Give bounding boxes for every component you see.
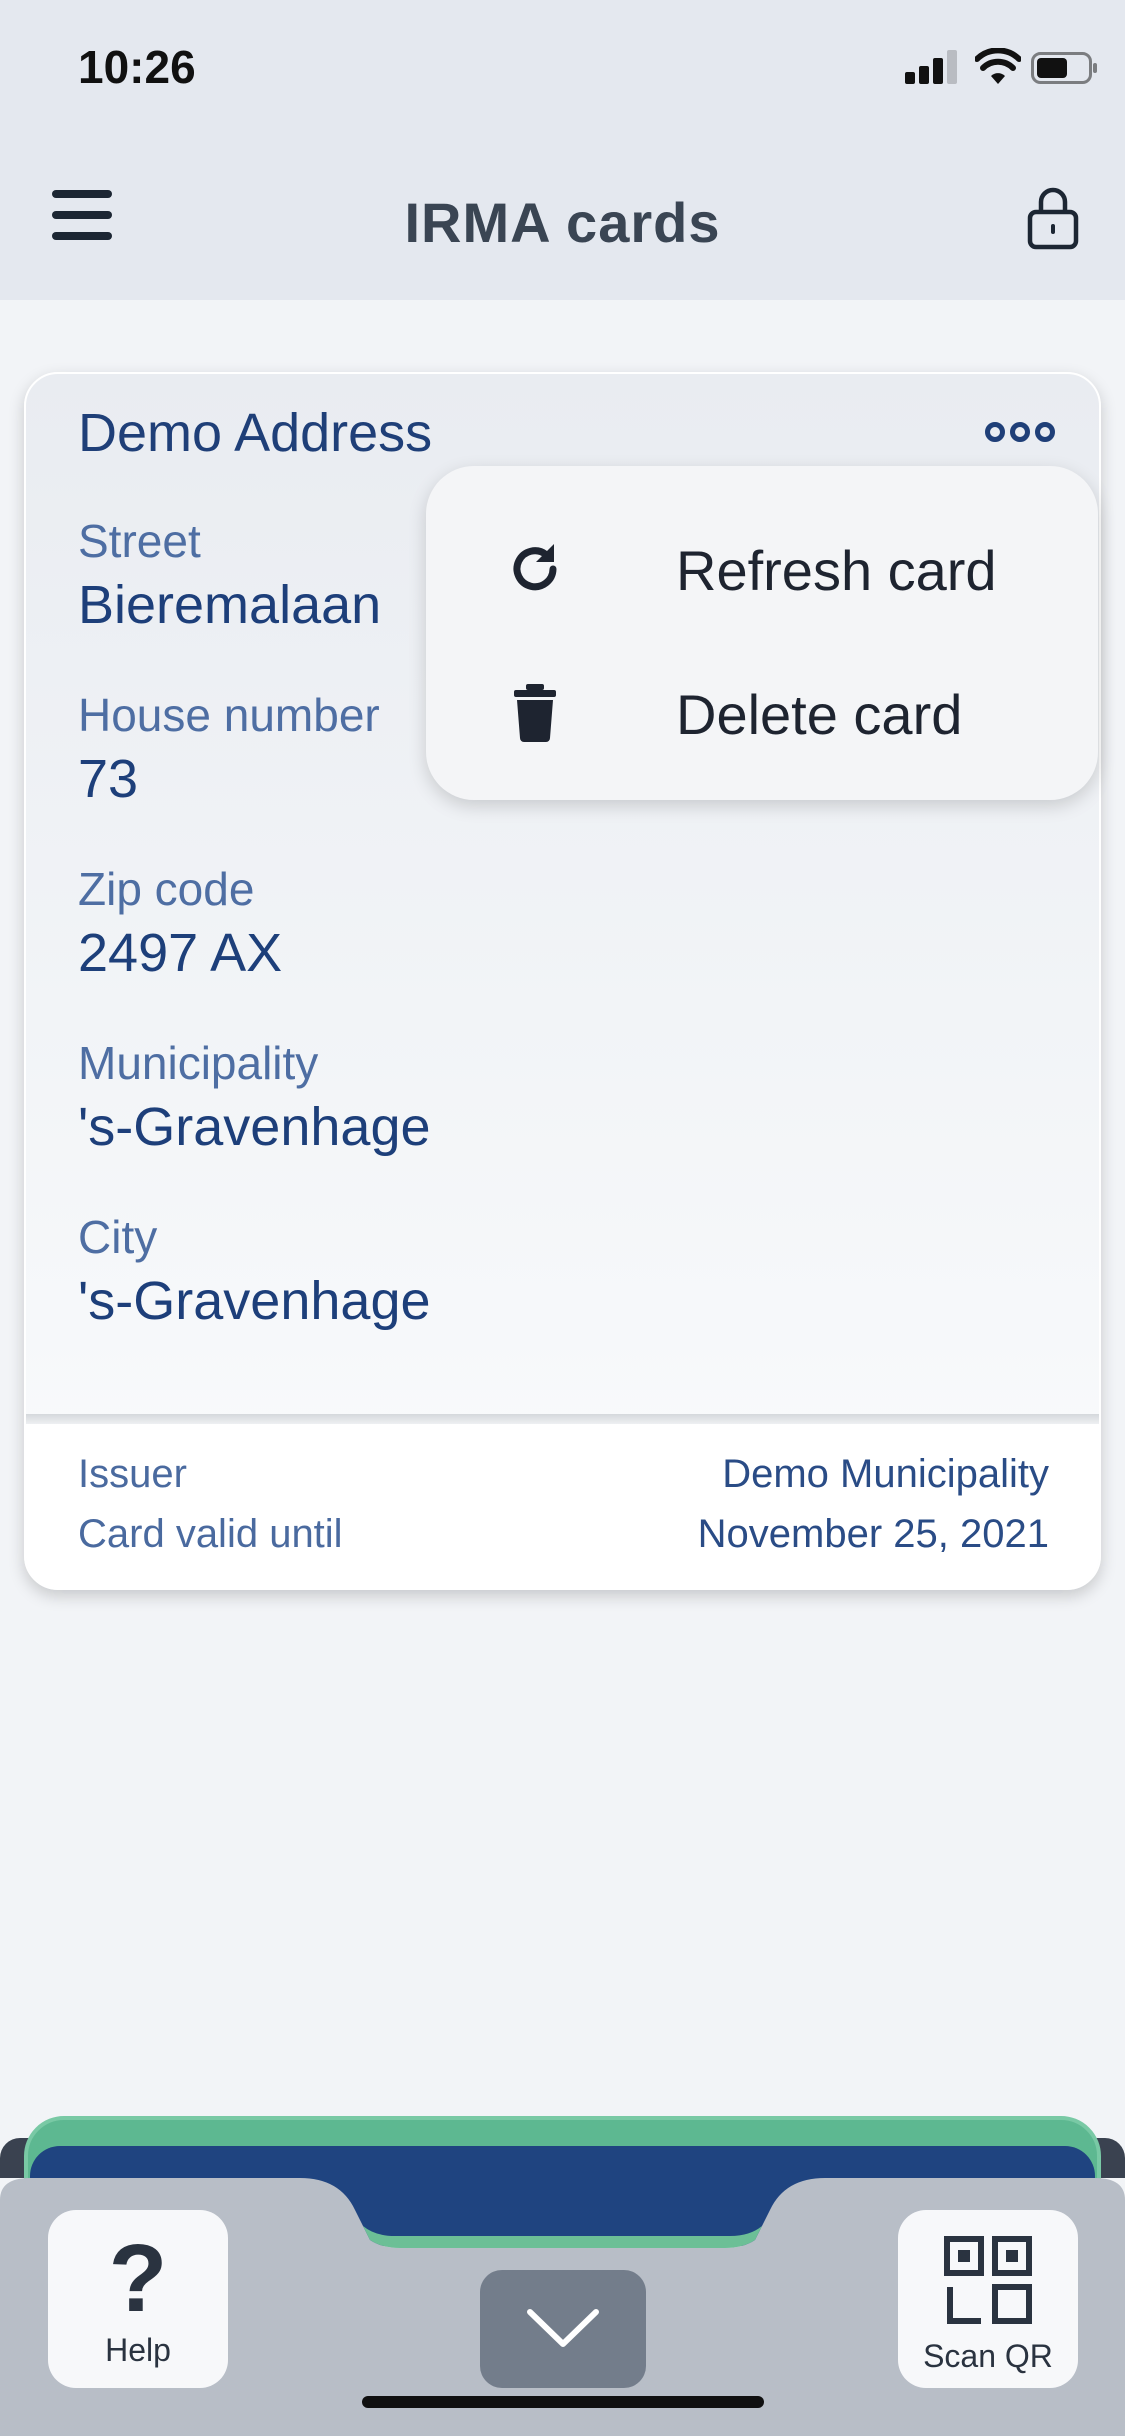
scan-qr-label: Scan QR [923,2338,1053,2374]
page-title: IRMA cards [404,191,721,254]
question-mark-icon: ? [108,2225,168,2332]
attribute-street: Street Bieremalaan [78,514,381,636]
attribute-label: City [78,1211,158,1263]
qr-code-icon [944,2236,1032,2324]
collapse-cards-button[interactable] [480,2270,646,2388]
battery-icon [1031,52,1097,84]
more-options-icon[interactable] [985,418,1055,446]
card-divider [26,1414,1099,1424]
attribute-house-number: House number 73 [78,688,380,810]
issuer-value: Demo Municipality [722,1452,1049,1496]
validity-label: Card valid until [78,1512,343,1556]
status-time: 10:26 [78,41,196,93]
attribute-label: Municipality [78,1037,319,1089]
attribute-city: City 's-Gravenhage [78,1210,431,1332]
home-indicator[interactable] [362,2396,764,2408]
attribute-zip-code: Zip code 2497 AX [78,862,282,984]
refresh-card-menu-item[interactable]: Refresh card [506,530,1066,610]
status-bar: 10:26 [0,0,1125,140]
wifi-icon [975,48,1021,84]
status-icons [905,48,1097,88]
attribute-value: Bieremalaan [78,575,382,635]
attribute-value: 73 [78,749,139,809]
refresh-icon [513,544,557,591]
cellular-signal-icon [905,48,961,88]
help-button[interactable]: ? Help [48,2210,228,2388]
scan-qr-button[interactable]: Scan QR [898,2210,1078,2388]
delete-card-menu-item[interactable]: Delete card [506,674,1066,754]
attribute-value: 's-Gravenhage [78,1271,431,1331]
menu-item-label: Refresh card [676,539,997,602]
menu-item-label: Delete card [676,683,963,746]
attribute-value: 's-Gravenhage [78,1097,431,1157]
validity-value: November 25, 2021 [697,1512,1049,1556]
attribute-value: 2497 AX [78,923,283,983]
attribute-municipality: Municipality 's-Gravenhage [78,1036,431,1158]
help-label: Help [105,2332,171,2368]
card-title: Demo Address [78,403,433,463]
attribute-label: Zip code [78,863,255,915]
card-footer: Issuer Demo Municipality Card valid unti… [26,1424,1099,1588]
chevron-down-icon [527,2309,599,2347]
app-header: IRMA cards [0,140,1125,300]
attribute-label: Street [78,515,201,567]
issuer-label: Issuer [78,1452,187,1496]
attribute-label: House number [78,689,380,741]
trash-icon [514,684,556,742]
card-options-menu: Refresh card Delete card [426,466,1098,800]
lock-icon[interactable] [1027,184,1079,250]
